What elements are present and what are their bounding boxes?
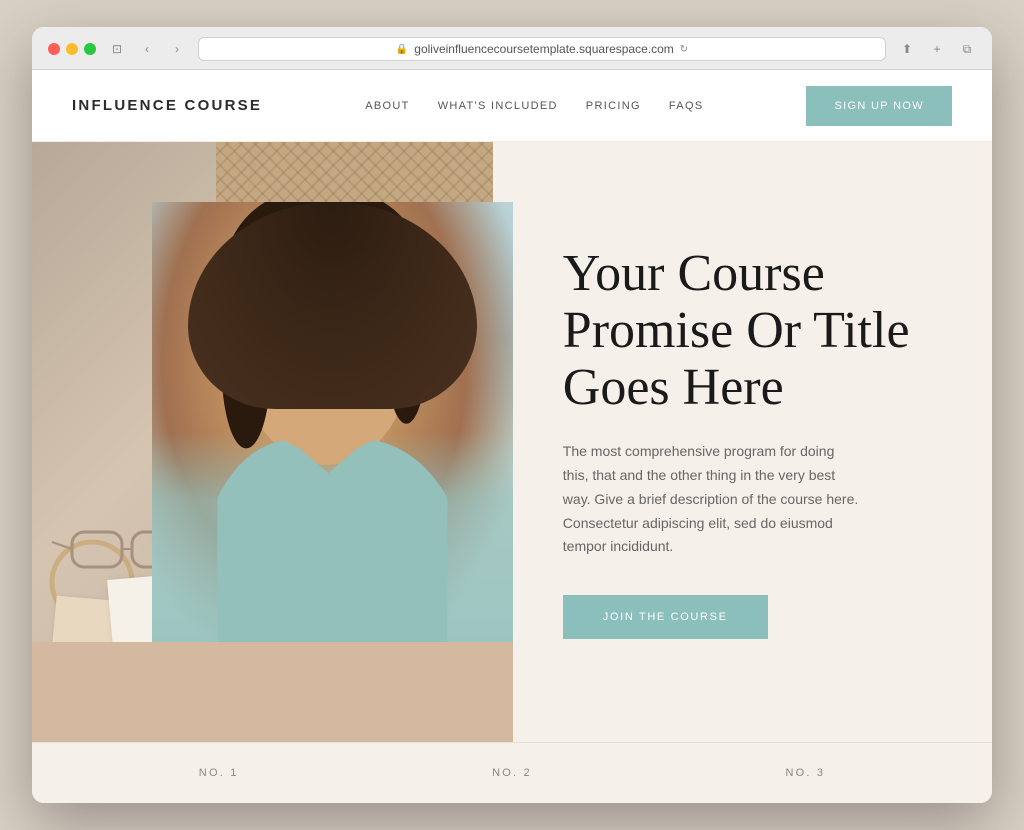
maximize-button[interactable] — [84, 43, 96, 55]
bottom-accent — [32, 642, 513, 742]
footer-no-2: NO. 2 — [492, 767, 532, 779]
close-button[interactable] — [48, 43, 60, 55]
minimize-button[interactable] — [66, 43, 78, 55]
window-icon[interactable]: ⊡ — [108, 40, 126, 58]
nav-pricing[interactable]: PRICING — [586, 100, 641, 112]
hero-title: Your Course Promise Or Title Goes Here — [563, 245, 932, 417]
hero-description: The most comprehensive program for doing… — [563, 440, 863, 559]
portrait-image — [152, 202, 513, 662]
lock-icon: 🔒 — [396, 44, 408, 55]
traffic-lights — [48, 43, 96, 55]
hero-section: Your Course Promise Or Title Goes Here T… — [32, 142, 992, 742]
back-button[interactable]: ‹ — [138, 40, 156, 58]
share-icon[interactable]: ⬆ — [898, 40, 916, 58]
site-logo[interactable]: INFLUENCE COURSE — [72, 97, 262, 114]
new-tab-icon[interactable]: + — [928, 40, 946, 58]
browser-actions: ⬆ + ⧉ — [898, 40, 976, 58]
address-bar[interactable]: 🔒 goliveinfluencecoursetemplate.squaresp… — [198, 37, 886, 61]
footer-numbers: NO. 1 NO. 2 NO. 3 — [32, 742, 992, 803]
browser-window: ⊡ ‹ › 🔒 goliveinfluencecoursetemplate.sq… — [32, 27, 992, 803]
website: INFLUENCE COURSE ABOUT WHAT'S INCLUDED P… — [32, 70, 992, 803]
hero-text-block: Your Course Promise Or Title Goes Here T… — [563, 245, 932, 640]
signup-button[interactable]: SIGN UP NOW — [806, 86, 952, 126]
nav-faqs[interactable]: FAQS — [669, 100, 704, 112]
navbar: INFLUENCE COURSE ABOUT WHAT'S INCLUDED P… — [32, 70, 992, 142]
footer-no-3: NO. 3 — [785, 767, 825, 779]
join-course-button[interactable]: JOIN THE COURSE — [563, 595, 768, 639]
browser-chrome: ⊡ ‹ › 🔒 goliveinfluencecoursetemplate.sq… — [32, 27, 992, 70]
hero-content: Your Course Promise Or Title Goes Here T… — [493, 142, 992, 742]
nav-whats-included[interactable]: WHAT'S INCLUDED — [438, 100, 558, 112]
url-text: goliveinfluencecoursetemplate.squarespac… — [414, 42, 673, 56]
footer-no-1: NO. 1 — [199, 767, 239, 779]
nav-about[interactable]: ABOUT — [365, 100, 410, 112]
tab-icon[interactable]: ⧉ — [958, 40, 976, 58]
hero-images — [32, 142, 493, 742]
forward-button[interactable]: › — [168, 40, 186, 58]
refresh-icon[interactable]: ↻ — [680, 44, 688, 55]
nav-links: ABOUT WHAT'S INCLUDED PRICING FAQS — [365, 100, 703, 112]
